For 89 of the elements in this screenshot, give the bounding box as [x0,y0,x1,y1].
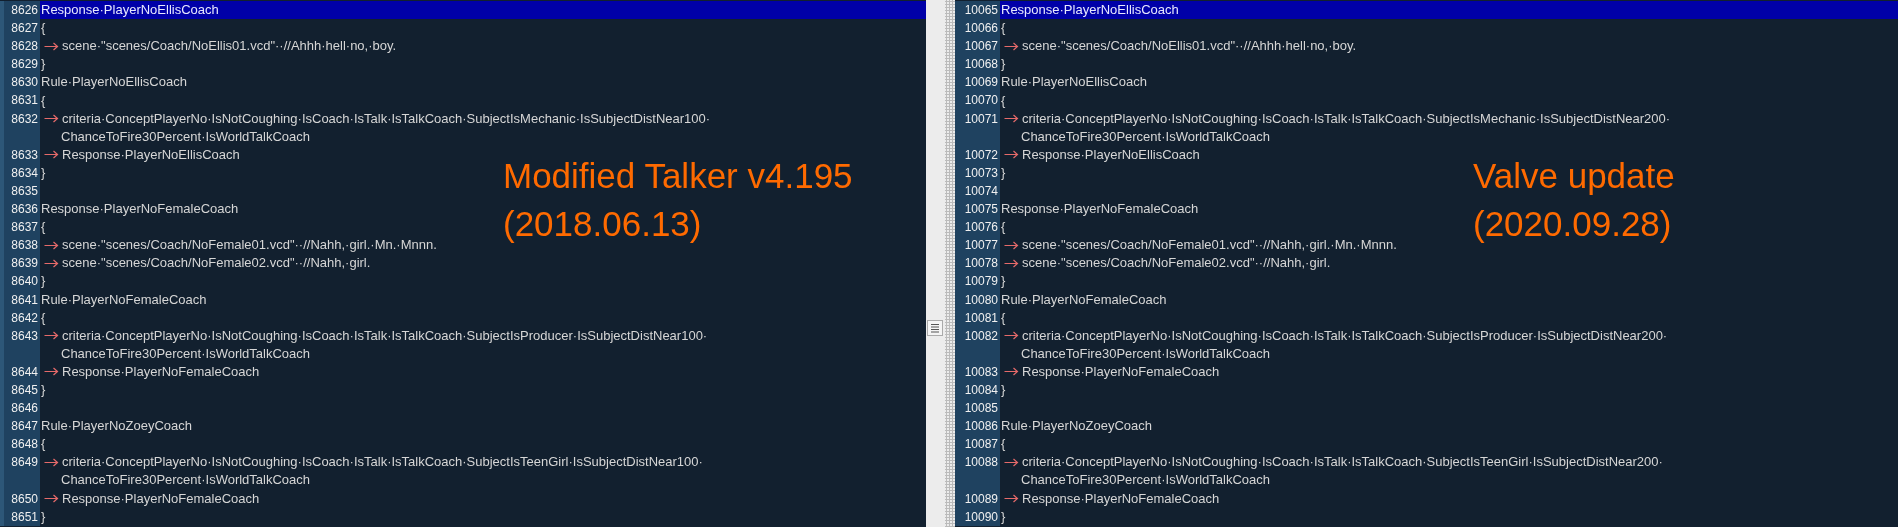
line-number: 8638 [0,236,40,255]
code-line: } [41,163,46,182]
line-number: 8630 [0,73,40,92]
code-line: scene·"scenes/Coach/NoFemale02.vcd"··//Nahh,·girl. [1022,254,1331,273]
line-number: 10068 [955,55,1000,74]
code-line: Response·PlayerNoEllisCoach [1022,145,1200,164]
line-number: 8636 [0,200,40,219]
code-line: Response·PlayerNoEllisCoach [62,145,240,164]
code-line: ChanceToFire30Percent·IsWorldTalkCoach [1021,471,1271,490]
line-number: 8626 [0,1,40,20]
code-line: criteria·ConceptPlayerNo·IsNotCoughing·IsCoach·IsTalk·IsTalkCoach·SubjectIsMechanic·IsSubjectDistNear200· [1022,109,1671,128]
code-line: } [1001,272,1006,291]
line-number: 10077 [955,236,1000,255]
code-line: scene·"scenes/Coach/NoFemale02.vcd"··//Nahh,·girl. [62,254,371,273]
code-line: Response·PlayerNoEllisCoach [1001,1,1179,20]
code-line: Response·PlayerNoFemaleCoach [62,362,260,381]
code-line: scene·"scenes/Coach/NoFemale01.vcd"··//Nahh,·girl.·Mn.·Mnnn. [1022,236,1397,255]
code-line: ChanceToFire30Percent·IsWorldTalkCoach [61,344,311,363]
line-number: 8639 [0,254,40,273]
code-line: criteria·ConceptPlayerNo·IsNotCoughing·IsCoach·IsTalk·IsTalkCoach·SubjectIsProducer·IsSubjectDistNear200· [1022,326,1668,345]
code-line: scene·"scenes/Coach/NoEllis01.vcd"··//Ahhh·hell·no,·boy. [62,37,397,56]
code-line: { [1001,435,1006,454]
code-line: Rule·PlayerNoZoeyCoach [1001,417,1152,436]
line-number: 10067 [955,37,1000,56]
line-number: 8649 [0,453,40,472]
code-line: Response·PlayerNoFemaleCoach [41,200,239,219]
code-line: } [41,507,46,526]
code-line: Rule·PlayerNoZoeyCoach [41,417,192,436]
annotation-title: Valve update [1473,155,1675,197]
code-line: criteria·ConceptPlayerNo·IsNotCoughing·IsCoach·IsTalk·IsTalkCoach·SubjectIsTeenGirl·IsSubjectDistNear100· [62,453,703,472]
code-line: { [1001,19,1006,38]
code-line: { [41,308,46,327]
line-number: 8631 [0,91,40,110]
code-line: scene·"scenes/Coach/NoFemale01.vcd"··//Nahh,·girl.·Mn.·Mnnn. [62,236,437,255]
code-line: Rule·PlayerNoFemaleCoach [41,290,207,309]
line-number: 10078 [955,254,1000,273]
code-line: { [41,91,46,110]
code-line: Rule·PlayerNoEllisCoach [41,73,187,92]
line-number: 10076 [955,218,1000,237]
code-line: { [1001,91,1006,110]
code-line: { [41,218,46,237]
code-line: { [41,19,46,38]
line-number: 8647 [0,417,40,436]
line-number: 10070 [955,91,1000,110]
code-line: ChanceToFire30Percent·IsWorldTalkCoach [1021,344,1271,363]
line-number: 8629 [0,55,40,74]
line-number: 10086 [955,417,1000,436]
line-number: 10075 [955,200,1000,219]
line-number: 8627 [0,19,40,38]
code-line: } [1001,507,1006,526]
line-number: 10087 [955,435,1000,454]
code-line: Response·PlayerNoFemaleCoach [1022,489,1220,508]
code-line: ChanceToFire30Percent·IsWorldTalkCoach [61,127,311,146]
splitter-handle[interactable] [927,320,943,336]
line-number: 8648 [0,435,40,454]
line-number: 10065 [955,1,1000,20]
code-line: ChanceToFire30Percent·IsWorldTalkCoach [61,471,311,490]
line-number: 8646 [0,399,40,418]
code-line: Response·PlayerNoFemaleCoach [62,489,260,508]
code-line: { [1001,308,1006,327]
annotation-title: Modified Talker v4.195 [503,155,853,197]
line-number: 8628 [0,37,40,56]
line-number: 10066 [955,19,1000,38]
line-number: 10079 [955,272,1000,291]
code-line: { [1001,218,1006,237]
code-line: ChanceToFire30Percent·IsWorldTalkCoach [1021,127,1271,146]
code-line: criteria·ConceptPlayerNo·IsNotCoughing·IsCoach·IsTalk·IsTalkCoach·SubjectIsMechanic·IsSubjectDistNear100· [62,109,711,128]
code-line: { [41,435,46,454]
code-line: Rule·PlayerNoFemaleCoach [1001,290,1167,309]
code-line: } [1001,163,1006,182]
line-number: 8637 [0,218,40,237]
code-line: Response·PlayerNoFemaleCoach [1001,200,1199,219]
code-line: Response·PlayerNoEllisCoach [41,1,219,20]
code-line: } [1001,381,1006,399]
code-line: Response·PlayerNoFemaleCoach [1022,362,1220,381]
line-number: 10088 [955,453,1000,472]
line-number: 8640 [0,272,40,291]
code-line: criteria·ConceptPlayerNo·IsNotCoughing·IsCoach·IsTalk·IsTalkCoach·SubjectIsTeenGirl·IsSubjectDistNear200· [1022,453,1663,472]
line-number: 10069 [955,73,1000,92]
code-line: } [41,381,46,399]
annotation-date: (2018.06.13) [503,203,703,245]
annotation-date: (2020.09.28) [1473,203,1673,245]
code-line: criteria·ConceptPlayerNo·IsNotCoughing·IsCoach·IsTalk·IsTalkCoach·SubjectIsProducer·IsSubjectDistNear100· [62,326,708,345]
code-line: Rule·PlayerNoEllisCoach [1001,73,1147,92]
code-line: scene·"scenes/Coach/NoEllis01.vcd"··//Ahhh·hell·no,·boy. [1022,37,1357,56]
code-line: } [1001,55,1006,74]
code-line: } [41,55,46,74]
line-number: 10085 [955,399,1000,418]
code-line: } [41,272,46,291]
